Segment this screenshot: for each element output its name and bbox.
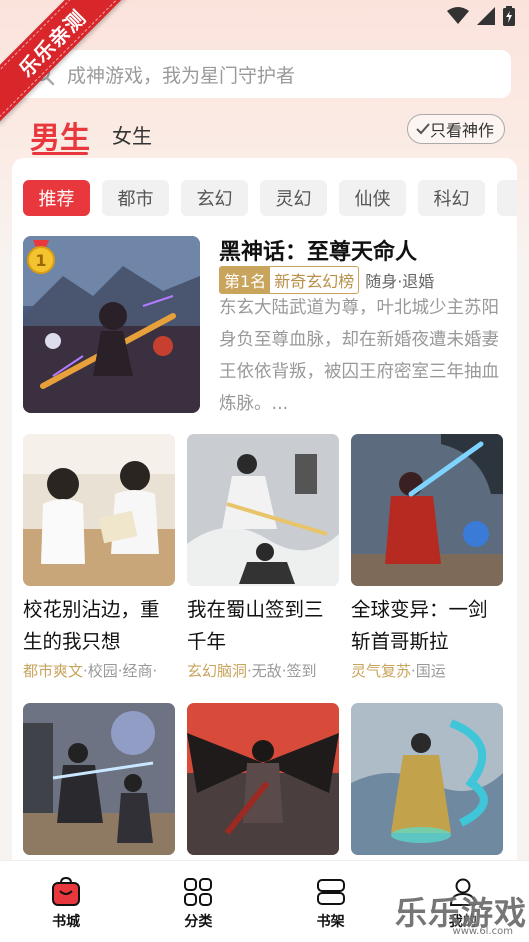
nav-label: 书架 <box>316 914 345 930</box>
book-subtags: ·校园·经商· <box>83 662 158 680</box>
cover-art <box>351 434 503 586</box>
featured-book-cover[interactable]: 1 <box>23 236 200 413</box>
book-cover[interactable] <box>351 434 503 586</box>
book-title: 全球变异：一剑斩首哥斯拉 <box>351 598 488 653</box>
book-cover[interactable] <box>23 703 175 855</box>
book-card[interactable] <box>187 703 339 855</box>
book-subtags: ·无敌·签到 <box>247 662 317 680</box>
book-genre: 灵气复苏 <box>351 662 412 680</box>
featured-book-title[interactable]: 黑神话：至尊天命人 <box>219 234 417 266</box>
book-cover[interactable] <box>187 434 339 586</box>
book-genre: 都市爽文 <box>23 662 84 680</box>
rank-medal-icon: 1 <box>27 240 55 274</box>
featured-book-tags: 第1名 新奇玄幻榜 随身·退婚 <box>219 266 434 294</box>
featured-book-description: 东玄大陆武道为尊，叶北城少主苏阳身负至尊血脉，却在新婚夜遭未婚妻王依依背叛，被囚… <box>219 298 499 414</box>
cover-art <box>23 434 175 586</box>
book-card[interactable] <box>23 703 175 855</box>
book-tags: 玄幻脑洞·无敌·签到 <box>187 660 339 681</box>
category-tab[interactable]: 灵幻 <box>260 180 327 216</box>
book-cover[interactable] <box>187 703 339 855</box>
bookshelf-icon <box>316 879 345 905</box>
book-cover[interactable] <box>23 434 175 586</box>
nav-label: 分类 <box>184 914 213 930</box>
check-icon <box>416 123 430 135</box>
book-feed: 推荐 都市 玄幻 灵幻 仙侠 科幻 1 黑神话：至尊天命人 第1名 新奇玄幻榜 … <box>12 158 517 878</box>
only-masterpiece-label: 只看神作 <box>429 121 494 140</box>
category-tab-partial[interactable] <box>497 180 517 216</box>
nav-bookshelf[interactable]: 书架 <box>265 861 397 942</box>
category-tabs: 推荐 都市 玄幻 灵幻 仙侠 科幻 <box>23 180 517 216</box>
nav-label: 书城 <box>52 914 81 930</box>
category-tab[interactable]: 玄幻 <box>181 180 248 216</box>
cover-art <box>23 703 175 855</box>
book-subtags: ·国运 <box>411 662 446 680</box>
tab-male[interactable]: 男生 <box>30 113 90 157</box>
book-title: 校花别沾边，重生的我只想 <box>23 598 160 653</box>
nav-bookstore[interactable]: 书城 <box>0 861 132 942</box>
rank-list-name: 新奇玄幻榜 <box>274 272 355 291</box>
book-cover[interactable] <box>351 703 503 855</box>
bag-icon <box>52 877 81 906</box>
battery-icon <box>503 6 515 26</box>
rank-badge: 第1名 新奇玄幻榜 <box>219 266 360 294</box>
signal-icon <box>477 7 495 25</box>
book-card[interactable]: 全球变异：一剑斩首哥斯拉 灵气复苏·国运 <box>351 434 503 681</box>
rank-number: 第1名 <box>220 267 271 293</box>
cover-art <box>187 703 339 855</box>
search-input[interactable]: 成神游戏，我为星门守护者 <box>17 50 511 98</box>
wifi-icon <box>447 7 469 24</box>
category-tab[interactable]: 推荐 <box>23 180 90 216</box>
watermark-url: www.6l.com <box>452 926 513 937</box>
active-tab-indicator <box>32 152 88 155</box>
rank-medal-number: 1 <box>35 251 46 270</box>
category-tab[interactable]: 都市 <box>102 180 169 216</box>
search-placeholder: 成神游戏，我为星门守护者 <box>67 64 296 87</box>
cover-art <box>351 703 503 855</box>
book-title: 我在蜀山签到三千年 <box>187 598 324 653</box>
tab-female[interactable]: 女生 <box>112 120 152 149</box>
grid-icon <box>184 878 213 906</box>
nav-category[interactable]: 分类 <box>132 861 264 942</box>
book-card[interactable]: 我在蜀山签到三千年 玄幻脑洞·无敌·签到 <box>187 434 339 681</box>
cover-art <box>187 434 339 586</box>
status-icons <box>447 6 515 26</box>
only-masterpiece-toggle[interactable]: 只看神作 <box>406 114 505 144</box>
book-card[interactable]: 校花别沾边，重生的我只想 都市爽文·校园·经商· <box>23 434 175 681</box>
book-tags: 都市爽文·校园·经商· <box>23 660 175 681</box>
gender-tabs: 男生 女生 只看神作 <box>30 110 510 158</box>
book-card[interactable] <box>351 703 503 855</box>
book-tags: 灵气复苏·国运 <box>351 660 503 681</box>
featured-sub-tags: 随身·退婚 <box>365 272 435 291</box>
category-tab[interactable]: 仙侠 <box>339 180 406 216</box>
category-tab[interactable]: 科幻 <box>418 180 485 216</box>
book-genre: 玄幻脑洞 <box>187 662 248 680</box>
